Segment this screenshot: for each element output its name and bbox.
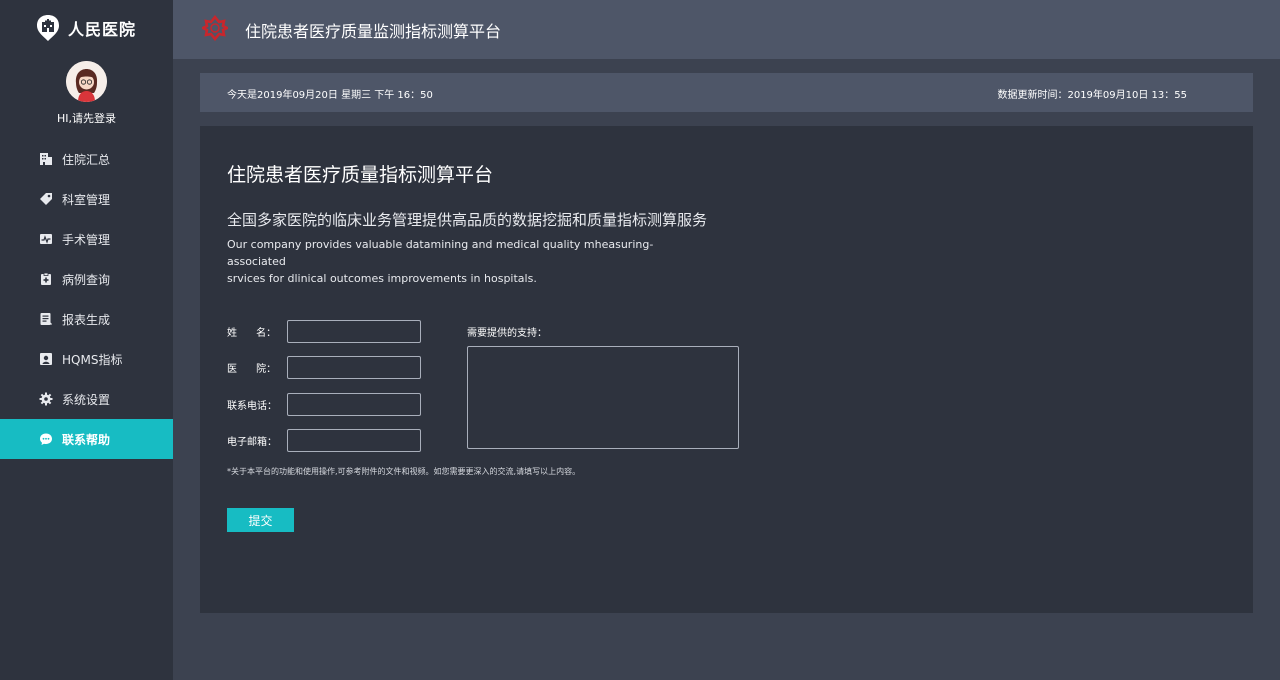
phone-field[interactable] xyxy=(287,393,421,416)
submit-button[interactable]: 提交 xyxy=(227,508,294,532)
email-row: 电子邮箱： xyxy=(227,429,421,452)
name-field[interactable] xyxy=(287,320,421,343)
sidebar-nav: 住院汇总 科室管理 手术管理 病例查询 报表生成 HQMS指标 系统设置 联系帮… xyxy=(0,139,173,459)
sidebar-item-case-query[interactable]: 病例查询 xyxy=(0,259,173,299)
hospital-row: 医 院： xyxy=(227,356,421,379)
brand[interactable]: 人民医院 xyxy=(36,14,136,42)
gear-icon xyxy=(39,392,53,406)
name-label: 姓 名： xyxy=(227,328,277,339)
brand-name: 人民医院 xyxy=(68,20,137,39)
email-field[interactable] xyxy=(287,429,421,452)
sidebar-item-label: 联系帮助 xyxy=(62,432,111,447)
help-note: *关于本平台的功能和使用操作,可参考附件的文件和视频。如您需要更深入的交流,请填… xyxy=(227,467,581,476)
hospital-label: 医 院： xyxy=(227,364,277,375)
current-date: 今天是2019年09月20日 星期三 下午 16：50 xyxy=(227,90,433,101)
header: 住院患者医疗质量监测指标测算平台 xyxy=(173,0,1280,59)
sidebar-item-department[interactable]: 科室管理 xyxy=(0,179,173,219)
sidebar-item-label: 科室管理 xyxy=(62,192,111,207)
pulse-icon xyxy=(40,234,52,244)
hospital-field[interactable] xyxy=(287,356,421,379)
avatar[interactable] xyxy=(66,61,107,102)
hospital-logo-icon xyxy=(37,15,59,41)
chat-icon xyxy=(40,433,52,445)
support-textarea[interactable] xyxy=(467,346,739,449)
sidebar-item-label: HQMS指标 xyxy=(62,352,123,367)
support-label: 需要提供的支持： xyxy=(467,328,547,339)
info-bar: 今天是2019年09月20日 星期三 下午 16：50 数据更新时间：2019年… xyxy=(200,73,1253,112)
monitor-icon xyxy=(40,353,52,365)
panel-description: Our company provides valuable datamining… xyxy=(227,236,707,287)
sidebar-item-inpatient-summary[interactable]: 住院汇总 xyxy=(0,139,173,179)
building-icon xyxy=(40,153,52,165)
sidebar-item-hqms[interactable]: HQMS指标 xyxy=(0,339,173,379)
description-line-1: Our company provides valuable datamining… xyxy=(227,238,654,268)
sidebar: 人民医院 HI,请先登录 住院汇总 科室管理 手术管理 病例查询 报表生成 HQ… xyxy=(0,0,173,680)
help-panel: 住院患者医疗质量指标测算平台 全国多家医院的临床业务管理提供高品质的数据挖掘和质… xyxy=(200,126,1253,613)
phone-row: 联系电话： xyxy=(227,393,421,416)
description-line-2: srvices for dlinical outcomes improvemen… xyxy=(227,272,537,285)
sidebar-item-surgery[interactable]: 手术管理 xyxy=(0,219,173,259)
panel-subtitle: 全国多家医院的临床业务管理提供高品质的数据挖掘和质量指标测算服务 xyxy=(227,211,708,229)
report-icon xyxy=(40,313,52,325)
tag-icon xyxy=(40,193,52,205)
sidebar-item-label: 病例查询 xyxy=(62,272,111,287)
sidebar-item-report[interactable]: 报表生成 xyxy=(0,299,173,339)
red-cross-logo-icon xyxy=(202,15,228,41)
sidebar-item-label: 住院汇总 xyxy=(62,152,111,167)
sidebar-item-label: 报表生成 xyxy=(62,312,111,327)
phone-label: 联系电话： xyxy=(227,401,277,412)
sidebar-item-help[interactable]: 联系帮助 xyxy=(0,419,173,459)
name-row: 姓 名： xyxy=(227,320,421,343)
sidebar-item-label: 手术管理 xyxy=(62,232,111,247)
email-label: 电子邮箱： xyxy=(227,437,277,448)
sidebar-item-label: 系统设置 xyxy=(62,392,111,407)
sidebar-item-settings[interactable]: 系统设置 xyxy=(0,379,173,419)
app-title: 住院患者医疗质量监测指标测算平台 xyxy=(245,22,502,41)
clipboard-icon xyxy=(41,272,51,285)
data-update-time: 数据更新时间：2019年09月10日 13：55 xyxy=(997,90,1187,101)
avatar-icon xyxy=(66,61,107,102)
panel-title: 住院患者医疗质量指标测算平台 xyxy=(227,164,494,186)
login-prompt[interactable]: HI,请先登录 xyxy=(0,110,173,126)
